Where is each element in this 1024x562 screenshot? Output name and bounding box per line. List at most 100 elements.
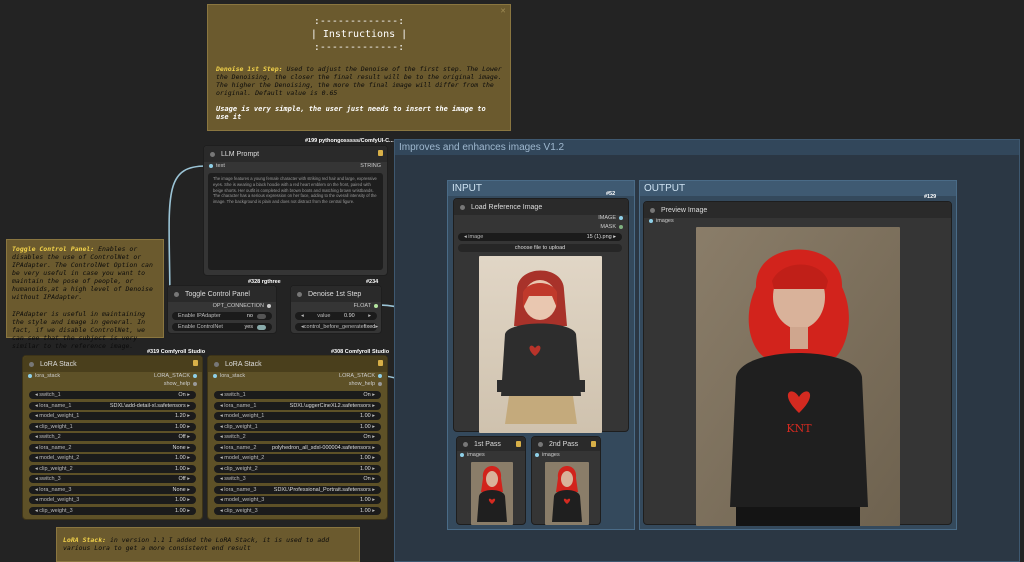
image-select[interactable]: ◂ image 15 (1).png ▸ xyxy=(458,233,622,241)
toggle-control-panel-node[interactable]: Toggle Control Panel OPT_CONNECTION Enab… xyxy=(167,285,277,334)
first-pass-node[interactable]: 1st Pass images xyxy=(456,436,526,525)
lora-param-row[interactable]: ◂ switch_2 On ▸ xyxy=(214,433,381,441)
lock-icon[interactable] xyxy=(516,441,521,447)
control-before-generate-select[interactable]: ◂ control_before_generate fixed ▸ xyxy=(295,323,378,331)
instructions-note[interactable]: ✕ :-------------: | Instructions | :----… xyxy=(207,4,511,131)
stepper-left-icon[interactable]: ◂ xyxy=(301,313,304,319)
lora-param-row[interactable]: ◂ switch_3 Off ▸ xyxy=(29,475,196,483)
lora-param-row[interactable]: ◂ model_weight_1 1.20 ▸ xyxy=(29,412,196,420)
input-dot-icon[interactable] xyxy=(535,453,539,457)
stepper-right-icon[interactable]: ▸ xyxy=(186,413,190,419)
preview-image-node[interactable]: Preview Image images KNT xyxy=(643,201,952,526)
lock-icon[interactable] xyxy=(378,360,383,366)
stepper-right-icon[interactable]: ▸ xyxy=(371,445,375,451)
load-reference-image-node[interactable]: Load Reference Image IMAGE MASK ◂ image … xyxy=(453,198,629,433)
lora-param-row[interactable]: ◂ clip_weight_1 1.00 ▸ xyxy=(29,422,196,431)
stepper-right-icon[interactable]: ▸ xyxy=(371,476,375,482)
lora-param-row[interactable]: ◂ lora_name_1 SDXL\uggerCineXL2.safetenso… xyxy=(214,401,381,410)
lora-param-row[interactable]: ◂ model_weight_1 1.00 ▸ xyxy=(214,412,381,420)
output-dot-icon[interactable] xyxy=(619,216,623,220)
stepper-right-icon[interactable]: ▸ xyxy=(371,434,375,440)
lora-stack-note[interactable]: LoRA Stack: in version 1.1 I added the L… xyxy=(56,527,360,562)
stepper-right-icon[interactable]: ▸ xyxy=(371,455,375,461)
output-dot-icon[interactable] xyxy=(374,304,378,308)
lora-param-row[interactable]: ◂ clip_weight_2 1.00 ▸ xyxy=(214,464,381,473)
stepper-right-icon[interactable]: ▸ xyxy=(371,403,375,409)
llm-prompt-textarea[interactable]: The image features a young female charac… xyxy=(208,173,383,270)
output-dot-icon[interactable] xyxy=(193,382,197,386)
output-dot-icon[interactable] xyxy=(193,374,197,378)
stepper-right-icon[interactable]: ▸ xyxy=(186,434,190,440)
stepper-right-icon[interactable]: ▸ xyxy=(186,403,190,409)
stepper-right-icon[interactable]: ▸ xyxy=(186,455,190,461)
stepper-right-icon[interactable]: ▸ xyxy=(186,445,190,451)
stepper-right-icon[interactable]: ▸ xyxy=(371,392,375,398)
lora-param-row[interactable]: ◂ model_weight_3 1.00 ▸ xyxy=(214,496,381,504)
input-dot-icon[interactable] xyxy=(213,374,217,378)
lora-param-row[interactable]: ◂ model_weight_3 1.00 ▸ xyxy=(29,496,196,504)
input-dot-icon[interactable] xyxy=(28,374,32,378)
lora-param-row[interactable]: ◂ model_weight_2 1.00 ▸ xyxy=(29,454,196,462)
toggle-switch-icon[interactable] xyxy=(257,313,266,319)
output-dot-icon[interactable] xyxy=(267,304,271,308)
lora-param-row[interactable]: ◂ clip_weight_2 1.00 ▸ xyxy=(29,464,196,473)
denoise-node-title: Denoise 1st Step xyxy=(308,290,362,298)
lora-stack-node-1[interactable]: LoRA Stack lora_stack LORA_STACK show_he… xyxy=(22,355,203,520)
lora-param-row[interactable]: ◂ lora_name_1 SDXL\add-detail-xl.safetens… xyxy=(29,401,196,410)
lora-param-row[interactable]: ◂ switch_1 On ▸ xyxy=(29,391,196,399)
lora-param-row[interactable]: ◂ clip_weight_3 1.00 ▸ xyxy=(214,506,381,515)
toggle-control-note[interactable]: Toggle Control Panel: Enables or disable… xyxy=(6,239,164,350)
lock-icon[interactable] xyxy=(591,441,596,447)
stepper-right-icon[interactable]: ▸ xyxy=(186,497,190,503)
stepper-right-icon[interactable]: ▸ xyxy=(371,487,375,493)
input-dot-icon[interactable] xyxy=(460,453,464,457)
lora-param-row[interactable]: ◂ model_weight_2 1.00 ▸ xyxy=(214,454,381,462)
stepper-right-icon[interactable]: ▸ xyxy=(371,466,375,472)
stepper-right-icon[interactable]: ▸ xyxy=(186,392,190,398)
lora-param-row[interactable]: ◂ lora_name_3 SDXL\Professional_Portrait.… xyxy=(214,485,381,494)
stepper-right-icon[interactable]: ▸ xyxy=(186,466,190,472)
stepper-right-icon[interactable]: ▸ xyxy=(186,508,190,514)
output-dot-icon[interactable] xyxy=(378,382,382,386)
denoise-value-stepper[interactable]: ◂ value 0.90 ▸ xyxy=(295,312,377,320)
lora-param-row[interactable]: ◂ switch_2 Off ▸ xyxy=(29,433,196,441)
stepper-right-icon[interactable]: ▸ xyxy=(371,497,375,503)
stepper-right-icon[interactable]: ▸ xyxy=(375,324,378,330)
close-icon[interactable]: ✕ xyxy=(500,7,506,15)
stepper-right-icon[interactable]: ▸ xyxy=(186,487,190,493)
preview-output-image: KNT xyxy=(696,227,900,526)
lock-icon[interactable] xyxy=(193,360,198,366)
toggle-switch-icon[interactable] xyxy=(257,324,266,330)
second-pass-node[interactable]: 2nd Pass images xyxy=(531,436,601,525)
lora-stack-node-2[interactable]: LoRA Stack lora_stack LORA_STACK show_he… xyxy=(207,355,388,520)
lora-param-row[interactable]: ◂ lora_name_3 None ▸ xyxy=(29,485,196,494)
denoise-node[interactable]: Denoise 1st Step FLOAT ◂ value 0.90 ▸ ◂ … xyxy=(290,285,382,334)
choose-file-button[interactable]: choose file to upload xyxy=(458,244,622,252)
enable-controlnet-toggle[interactable]: Enable ControlNet yes xyxy=(172,323,272,331)
lora-param-row[interactable]: ◂ lora_name_2 None ▸ xyxy=(29,443,196,452)
lora-param-row[interactable]: ◂ switch_3 On ▸ xyxy=(214,475,381,483)
lora-param-value: 1.00 xyxy=(174,497,186,503)
stepper-right-icon[interactable]: ▸ xyxy=(371,508,375,514)
enable-ipadapter-toggle[interactable]: Enable IPAdapter no xyxy=(172,312,272,320)
llm-prompt-node[interactable]: LLM Prompt text STRING The image feature… xyxy=(203,145,388,276)
output-dot-icon[interactable] xyxy=(619,225,623,229)
stepper-right-icon[interactable]: ▸ xyxy=(186,424,190,430)
input-dot-icon[interactable] xyxy=(209,164,213,168)
input-dot-icon[interactable] xyxy=(649,219,653,223)
lock-icon[interactable] xyxy=(378,150,383,156)
stepper-right-icon[interactable]: ▸ xyxy=(371,413,375,419)
output-dot-icon[interactable] xyxy=(378,374,382,378)
lora-param-row[interactable]: ◂ clip_weight_3 1.00 ▸ xyxy=(29,506,196,515)
stepper-right-icon[interactable]: ▸ xyxy=(368,313,371,319)
lora-param-label: clip_weight_1 xyxy=(224,423,258,430)
lora-param-row[interactable]: ◂ lora_name_2 polyhedron_all_sdxl-000004.… xyxy=(214,443,381,452)
lora-param-value: 1.00 xyxy=(359,497,371,503)
lora-param-label: switch_3 xyxy=(224,476,246,482)
stepper-right-icon[interactable]: ▸ xyxy=(186,476,190,482)
lora-param-value: 1.00 xyxy=(174,455,186,461)
load-node-title: Load Reference Image xyxy=(471,203,543,211)
lora-param-row[interactable]: ◂ switch_1 On ▸ xyxy=(214,391,381,399)
lora-param-row[interactable]: ◂ clip_weight_1 1.00 ▸ xyxy=(214,422,381,431)
stepper-right-icon[interactable]: ▸ xyxy=(371,424,375,430)
